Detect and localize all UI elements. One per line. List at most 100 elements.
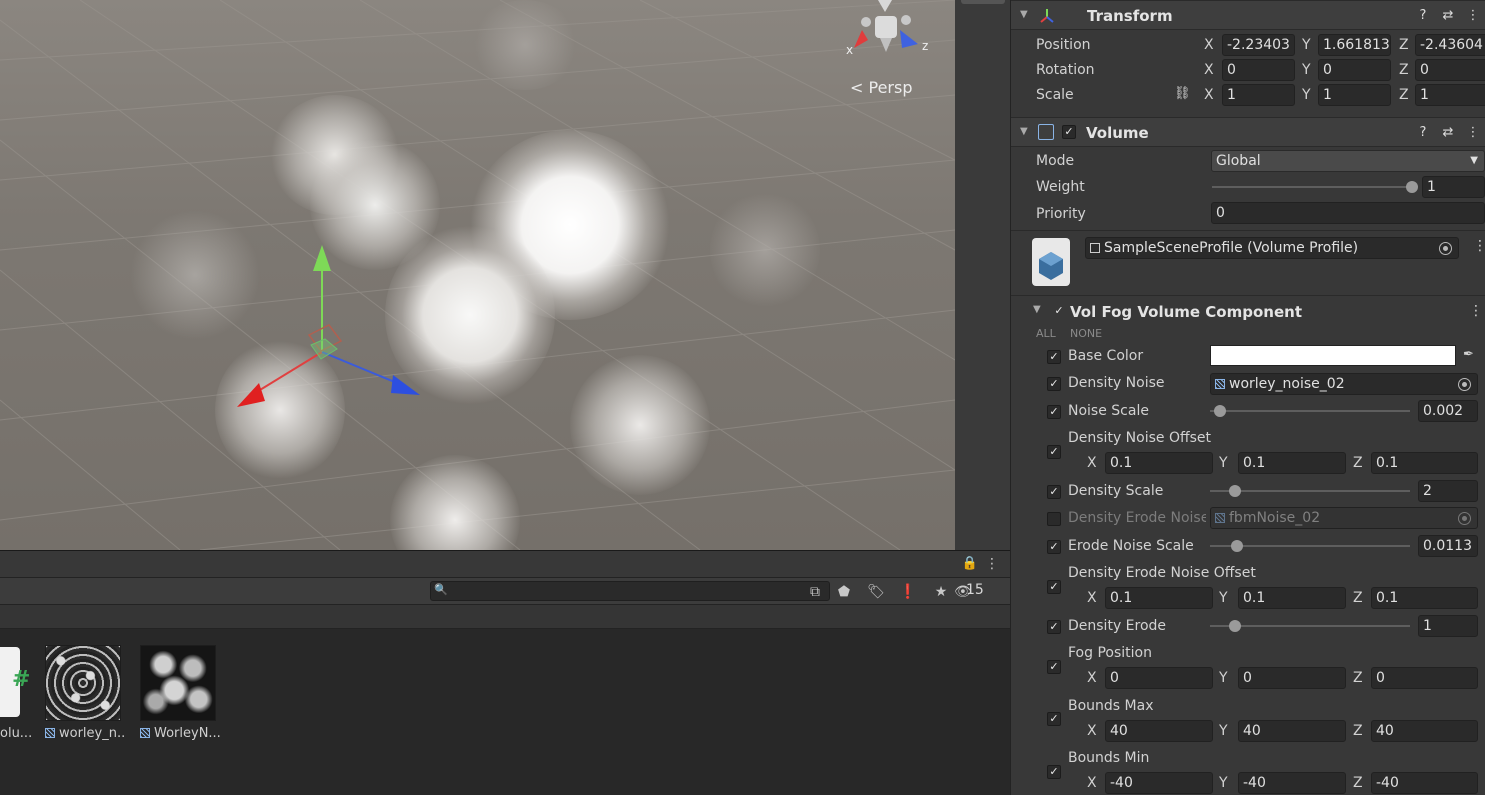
presets-icon[interactable]: ⇄ <box>1441 125 1455 140</box>
density-erode-noise-field[interactable]: fbmNoise_02 <box>1210 507 1478 529</box>
bounds-min-x-field[interactable]: -40 <box>1105 772 1213 794</box>
position-z-field[interactable]: -2.43604 <box>1415 34 1485 56</box>
scale-y-field[interactable]: 1 <box>1318 84 1391 106</box>
bounds-max-y-field[interactable]: 40 <box>1238 720 1346 742</box>
erode-noise-scale-slider-knob[interactable] <box>1231 540 1243 552</box>
axis-x-label: X <box>1087 590 1097 606</box>
priority-field[interactable]: 0 <box>1211 202 1485 224</box>
kebab-menu-icon[interactable]: ⋮ <box>982 554 1002 574</box>
weight-field[interactable]: 1 <box>1422 176 1485 198</box>
override-none-button[interactable]: NONE <box>1070 327 1102 340</box>
override-checkbox[interactable]: ✓ <box>1047 580 1061 594</box>
volume-enabled-checkbox[interactable]: ✓ <box>1062 125 1076 139</box>
density-noise-offset-y-field[interactable]: 0.1 <box>1238 452 1346 474</box>
density-noise-field[interactable]: worley_noise_02 <box>1210 373 1478 395</box>
project-tab-bar: 🔒 ⋮ <box>0 551 1010 578</box>
object-picker-icon[interactable] <box>1439 242 1452 255</box>
eyedropper-icon[interactable]: ✒ <box>1463 347 1474 362</box>
rotation-y-field[interactable]: 0 <box>1318 59 1391 81</box>
search-by-type-icon[interactable]: ⧉ <box>805 582 825 602</box>
fog-position-x-field[interactable]: 0 <box>1105 667 1213 689</box>
help-icon[interactable]: ? <box>1416 8 1430 23</box>
project-search[interactable]: 🔍 <box>430 581 830 601</box>
density-erode-noise-offset-y-field[interactable]: 0.1 <box>1238 587 1346 609</box>
axis-z-label: Z <box>1399 87 1409 103</box>
favorite-icon[interactable]: ★ <box>931 582 951 602</box>
density-noise-offset-z-field[interactable]: 0.1 <box>1371 452 1478 474</box>
position-y-field[interactable]: 1.661813 <box>1318 34 1391 56</box>
density-scale-field[interactable]: 2 <box>1418 480 1478 502</box>
noise-scale-field[interactable]: 0.002 <box>1418 400 1478 422</box>
fog-component-enabled-checkbox[interactable]: ✓ <box>1052 305 1066 319</box>
move-gizmo[interactable] <box>225 235 435 415</box>
position-x-field[interactable]: -2.23403 <box>1222 34 1295 56</box>
presets-icon[interactable]: ⇄ <box>1441 8 1455 23</box>
log-types-icon[interactable]: ❗ <box>898 582 918 602</box>
foldout-arrow-icon[interactable]: ▼ <box>1033 304 1041 315</box>
foldout-arrow-icon[interactable]: ▼ <box>1020 126 1028 137</box>
base-color-swatch[interactable] <box>1210 345 1456 366</box>
override-checkbox[interactable]: ✓ <box>1047 377 1061 391</box>
bounds-min-z-field[interactable]: -40 <box>1371 772 1478 794</box>
density-erode-field[interactable]: 1 <box>1418 615 1478 637</box>
kebab-menu-icon[interactable]: ⋮ <box>1473 238 1485 254</box>
asset-name: WorleyN... <box>140 726 220 741</box>
filter-by-type-icon[interactable]: ⬟ <box>834 582 854 602</box>
override-checkbox[interactable]: ✓ <box>1047 445 1061 459</box>
override-checkbox[interactable]: ✓ <box>1047 712 1061 726</box>
object-picker-icon[interactable] <box>1458 512 1471 525</box>
help-icon[interactable]: ? <box>1416 125 1430 140</box>
density-erode-noise-offset-z-field[interactable]: 0.1 <box>1371 587 1478 609</box>
perspective-toggle[interactable]: < Persp <box>850 78 912 97</box>
density-scale-slider-knob[interactable] <box>1229 485 1241 497</box>
asset-item[interactable]: worley_n... <box>45 645 125 741</box>
override-checkbox[interactable]: ✓ <box>1047 405 1061 419</box>
worley-noise-3d-thumbnail <box>140 645 216 721</box>
weight-slider[interactable] <box>1212 186 1412 188</box>
fog-position-y-field[interactable]: 0 <box>1238 667 1346 689</box>
constrain-proportions-icon[interactable]: ⛓ <box>1174 86 1191 101</box>
asset-item[interactable]: # olu... <box>0 645 40 741</box>
kebab-menu-icon[interactable]: ⋮ <box>1466 8 1480 23</box>
volume-header[interactable]: ▼ ✓ Volume ? ⇄ ⋮ <box>1011 117 1485 147</box>
scale-z-field[interactable]: 1 <box>1415 84 1485 106</box>
rotation-z-field[interactable]: 0 <box>1415 59 1485 81</box>
weight-slider-knob[interactable] <box>1406 181 1418 193</box>
override-checkbox[interactable]: ✓ <box>1047 350 1061 364</box>
density-noise-offset-x-field[interactable]: 0.1 <box>1105 452 1213 474</box>
asset-item[interactable]: WorleyN... <box>140 645 220 741</box>
override-checkbox[interactable]: ✓ <box>1047 540 1061 554</box>
rotation-x-field[interactable]: 0 <box>1222 59 1295 81</box>
density-erode-slider-knob[interactable] <box>1229 620 1241 632</box>
erode-noise-scale-field[interactable]: 0.0113 <box>1418 535 1478 557</box>
transform-header[interactable]: ▼ Transform ? ⇄ ⋮ <box>1011 0 1485 30</box>
mode-dropdown[interactable]: Global ▼ <box>1211 150 1485 172</box>
foldout-arrow-icon[interactable]: ▼ <box>1020 9 1028 20</box>
axis-z-label: Z <box>1399 37 1409 53</box>
override-checkbox[interactable]: ✓ <box>1047 620 1061 634</box>
orientation-gizmo[interactable]: x z <box>838 0 938 62</box>
search-input[interactable] <box>451 582 811 600</box>
bounds-max-x-field[interactable]: 40 <box>1105 720 1213 742</box>
volume-profile-field[interactable]: SampleSceneProfile (Volume Profile) <box>1085 237 1459 259</box>
kebab-menu-icon[interactable]: ⋮ <box>1469 303 1483 319</box>
noise-scale-slider-knob[interactable] <box>1214 405 1226 417</box>
override-checkbox[interactable]: ✓ <box>1047 512 1061 526</box>
scale-x-field[interactable]: 1 <box>1222 84 1295 106</box>
filter-by-label-icon[interactable]: 🏷 <box>866 582 886 602</box>
override-checkbox[interactable]: ✓ <box>1047 485 1061 499</box>
object-picker-icon[interactable] <box>1458 378 1471 391</box>
bounds-max-z-field[interactable]: 40 <box>1371 720 1478 742</box>
scene-side-gutter <box>955 0 1010 550</box>
override-checkbox[interactable]: ✓ <box>1047 765 1061 779</box>
volume-profile-value: SampleSceneProfile (Volume Profile) <box>1104 240 1359 256</box>
override-all-button[interactable]: ALL <box>1036 327 1056 340</box>
noise-scale-slider[interactable] <box>1210 410 1410 412</box>
lock-icon[interactable]: 🔒 <box>960 554 980 574</box>
fog-position-z-field[interactable]: 0 <box>1371 667 1478 689</box>
scene-view[interactable]: x z < Persp <box>0 0 955 550</box>
override-checkbox[interactable]: ✓ <box>1047 660 1061 674</box>
bounds-min-y-field[interactable]: -40 <box>1238 772 1346 794</box>
density-erode-noise-offset-x-field[interactable]: 0.1 <box>1105 587 1213 609</box>
kebab-menu-icon[interactable]: ⋮ <box>1466 125 1480 140</box>
